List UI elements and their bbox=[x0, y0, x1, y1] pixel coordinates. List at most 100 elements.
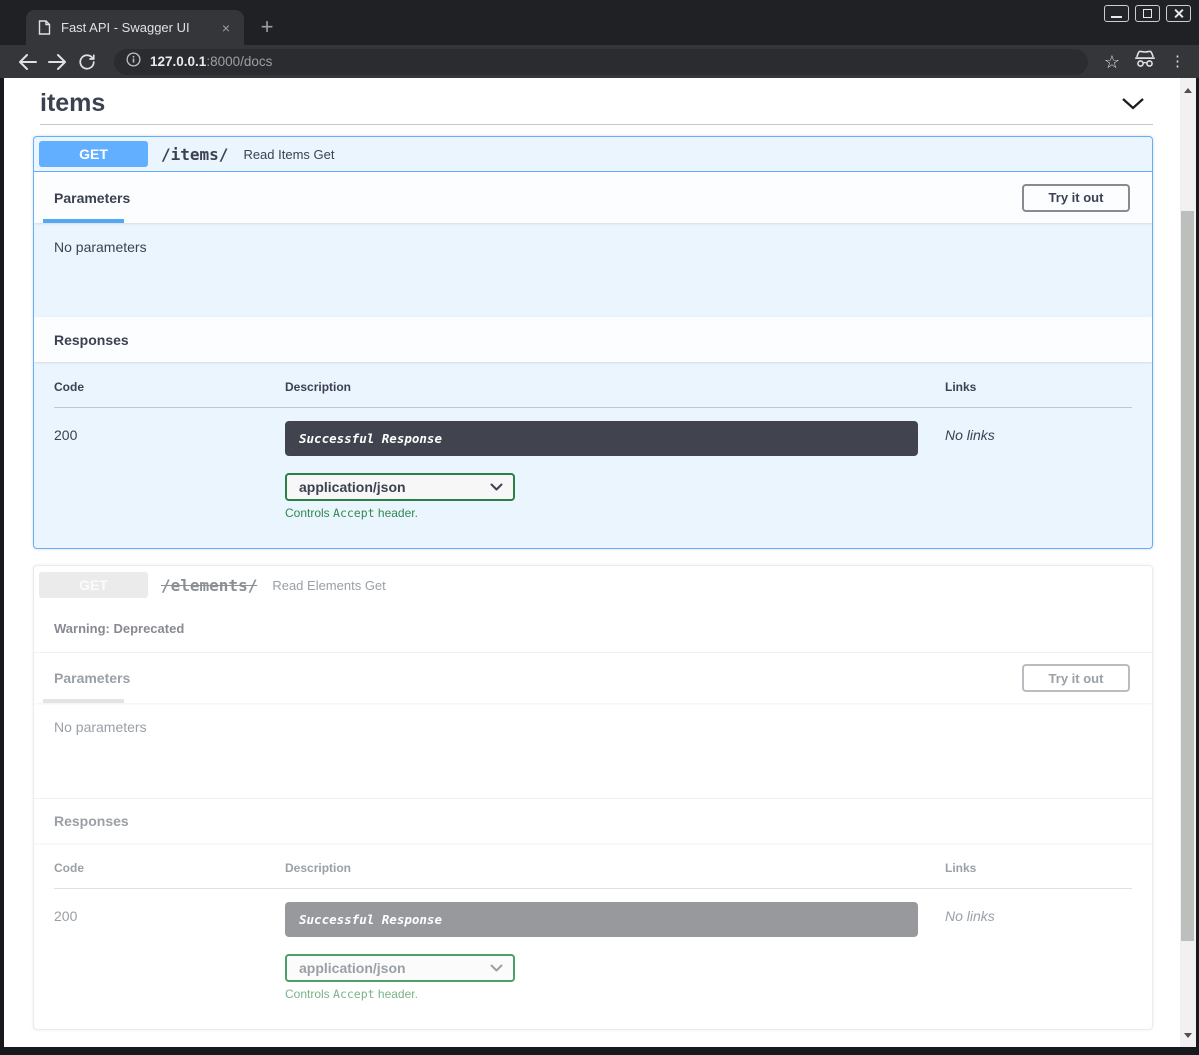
chevron-down-icon bbox=[490, 478, 503, 496]
close-icon bbox=[1173, 8, 1184, 19]
scroll-up-arrow[interactable] bbox=[1180, 82, 1196, 98]
tab-parameters[interactable]: Parameters bbox=[54, 172, 130, 223]
back-button[interactable] bbox=[14, 49, 40, 75]
no-links-text: No links bbox=[945, 427, 995, 443]
minimize-button[interactable] bbox=[1104, 5, 1129, 22]
deprecated-warning-text: Warning: Deprecated bbox=[54, 621, 184, 636]
responses-header: Responses bbox=[34, 798, 1152, 843]
response-description-cell: Successful Response application/json Con… bbox=[285, 421, 945, 520]
code-column-header: Code bbox=[54, 861, 285, 875]
media-type-select[interactable]: application/json bbox=[285, 473, 515, 501]
url-path: :8000/docs bbox=[206, 54, 272, 69]
response-description-box: Successful Response bbox=[285, 902, 918, 937]
description-column-header: Description bbox=[285, 380, 945, 394]
no-parameters-text: No parameters bbox=[54, 719, 147, 735]
response-links-cell: No links bbox=[945, 421, 1132, 520]
endpoint-summary[interactable]: GET /elements/ Read Elements Get bbox=[34, 566, 1152, 604]
window-frame-bottom bbox=[0, 1047, 1199, 1055]
parameters-body: No parameters bbox=[34, 703, 1152, 798]
tag-section-header[interactable]: items bbox=[40, 88, 1153, 118]
scrollbar-thumb[interactable] bbox=[1181, 211, 1194, 941]
browser-toolbar: 127.0.0.1:8000/docs ☆ ⋮ bbox=[0, 45, 1199, 78]
browser-tab[interactable]: Fast API - Swagger UI × bbox=[26, 10, 244, 45]
endpoint-summary-text: Read Items Get bbox=[243, 147, 334, 162]
url-text: 127.0.0.1:8000/docs bbox=[150, 53, 272, 71]
response-code: 200 bbox=[54, 421, 285, 520]
media-type-select[interactable]: application/json bbox=[285, 954, 515, 982]
method-badge: GET bbox=[39, 141, 148, 167]
endpoint-path: /elements/ bbox=[161, 576, 257, 595]
tab-title: Fast API - Swagger UI bbox=[61, 20, 216, 35]
method-badge: GET bbox=[39, 572, 148, 598]
response-description-text: Successful Response bbox=[299, 431, 442, 446]
opblock-get-elements-deprecated: GET /elements/ Read Elements Get Warning… bbox=[33, 565, 1153, 1030]
close-button[interactable] bbox=[1166, 5, 1191, 22]
tab-parameters[interactable]: Parameters bbox=[54, 653, 130, 703]
maximize-button[interactable] bbox=[1135, 5, 1160, 22]
section-divider bbox=[40, 124, 1153, 125]
toolbar-right-icons: ☆ ⋮ bbox=[1104, 50, 1185, 73]
response-links-cell: No links bbox=[945, 902, 1132, 1001]
response-description-box: Successful Response bbox=[285, 421, 918, 456]
tag-title: items bbox=[40, 88, 105, 118]
responses-label: Responses bbox=[54, 813, 129, 829]
url-host: 127.0.0.1 bbox=[150, 54, 206, 69]
minimize-icon bbox=[1111, 16, 1122, 18]
response-row: 200 Successful Response application/json bbox=[54, 889, 1132, 1001]
responses-table: Code Description Links 200 Successful Re… bbox=[34, 362, 1152, 548]
collapse-chevron-icon[interactable] bbox=[1113, 97, 1153, 110]
code-column-header: Code bbox=[54, 380, 285, 394]
browser-window: Fast API - Swagger UI × + 127.0.0.1:8000… bbox=[0, 0, 1199, 1055]
browser-menu-icon[interactable]: ⋮ bbox=[1170, 54, 1185, 69]
responses-table-head: Code Description Links bbox=[54, 861, 1132, 889]
endpoint-summary-text: Read Elements Get bbox=[272, 578, 385, 593]
forward-button[interactable] bbox=[44, 49, 70, 75]
opblock-get-items: GET /items/ Read Items Get Parameters Tr… bbox=[33, 136, 1153, 549]
endpoint-path: /items/ bbox=[161, 145, 228, 164]
links-column-header: Links bbox=[945, 380, 1132, 394]
parameters-body: No parameters bbox=[34, 223, 1152, 317]
triangle-down-icon bbox=[1184, 1033, 1192, 1038]
tab-close-icon[interactable]: × bbox=[216, 18, 236, 38]
description-column-header: Description bbox=[285, 861, 945, 875]
deprecated-warning-row: Warning: Deprecated bbox=[34, 604, 1152, 653]
responses-label: Responses bbox=[54, 332, 129, 348]
scroll-down-arrow[interactable] bbox=[1180, 1027, 1196, 1043]
url-bar[interactable]: 127.0.0.1:8000/docs bbox=[114, 49, 1088, 75]
accept-header-hint: Controls Accept header. bbox=[285, 987, 945, 1001]
reload-button[interactable] bbox=[74, 49, 100, 75]
incognito-icon bbox=[1134, 50, 1156, 73]
window-controls bbox=[1104, 5, 1191, 22]
responses-header: Responses bbox=[34, 317, 1152, 362]
media-type-value: application/json bbox=[299, 479, 406, 495]
responses-table-head: Code Description Links bbox=[54, 380, 1132, 408]
response-row: 200 Successful Response application/json bbox=[54, 408, 1132, 520]
swagger-content: items GET /items/ Read Items Get Paramet… bbox=[4, 78, 1180, 1047]
response-description-text: Successful Response bbox=[299, 912, 442, 927]
media-type-value: application/json bbox=[299, 960, 406, 976]
chevron-down-icon bbox=[490, 959, 503, 977]
no-links-text: No links bbox=[945, 908, 995, 924]
response-code: 200 bbox=[54, 902, 285, 1001]
accept-header-hint: Controls Accept header. bbox=[285, 506, 945, 520]
parameters-header: Parameters Try it out bbox=[34, 172, 1152, 223]
try-it-out-button[interactable]: Try it out bbox=[1022, 664, 1130, 692]
parameters-label: Parameters bbox=[54, 670, 130, 686]
new-tab-button[interactable]: + bbox=[252, 12, 282, 42]
responses-table: Code Description Links 200 Successful Re… bbox=[34, 843, 1152, 1029]
vertical-scrollbar[interactable] bbox=[1180, 78, 1196, 1047]
info-icon[interactable] bbox=[126, 52, 141, 72]
browser-titlebar: Fast API - Swagger UI × + bbox=[0, 0, 1199, 45]
document-icon bbox=[38, 20, 51, 35]
response-description-cell: Successful Response application/json Con… bbox=[285, 902, 945, 1001]
links-column-header: Links bbox=[945, 861, 1132, 875]
bookmark-star-icon[interactable]: ☆ bbox=[1104, 53, 1120, 71]
parameters-header: Parameters Try it out bbox=[34, 653, 1152, 703]
parameters-label: Parameters bbox=[54, 190, 130, 206]
maximize-icon bbox=[1143, 9, 1152, 18]
page-viewport: items GET /items/ Read Items Get Paramet… bbox=[4, 78, 1196, 1047]
triangle-up-icon bbox=[1184, 88, 1192, 93]
no-parameters-text: No parameters bbox=[54, 239, 147, 255]
endpoint-summary[interactable]: GET /items/ Read Items Get bbox=[34, 137, 1152, 172]
try-it-out-button[interactable]: Try it out bbox=[1022, 184, 1130, 212]
